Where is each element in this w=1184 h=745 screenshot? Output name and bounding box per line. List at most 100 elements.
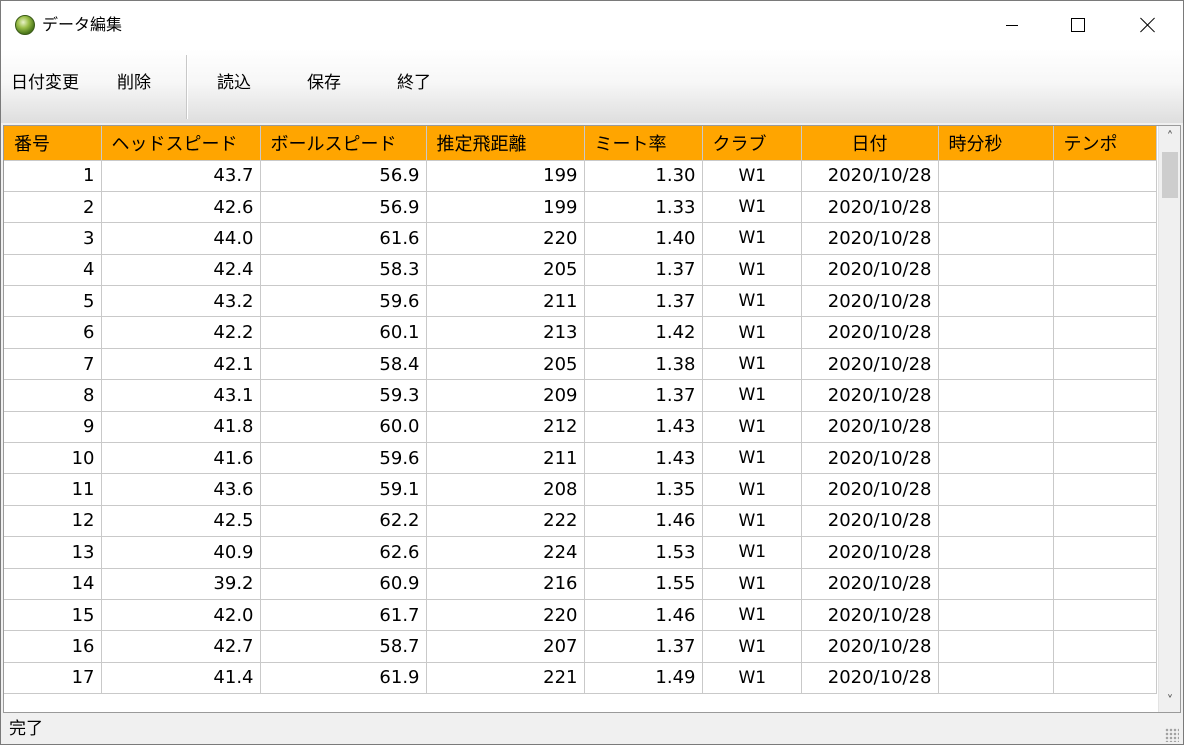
cell-smash-factor[interactable]: 1.30 bbox=[584, 160, 703, 192]
cell-ball-speed[interactable]: 62.6 bbox=[260, 536, 427, 569]
cell-date[interactable]: 2020/10/28 bbox=[801, 254, 939, 287]
cell-head-speed[interactable]: 42.2 bbox=[101, 316, 261, 349]
cell-time[interactable] bbox=[938, 379, 1054, 412]
cell-ball-speed[interactable]: 56.9 bbox=[260, 160, 427, 192]
cell-carry-distance[interactable]: 199 bbox=[426, 160, 585, 192]
cell-club[interactable]: W1 bbox=[702, 160, 802, 192]
table-row[interactable]: 1 43.7 56.9 199 1.30 W1 2020/10/28 bbox=[4, 160, 1157, 192]
cell-head-speed[interactable]: 42.0 bbox=[101, 599, 261, 632]
cell-ball-speed[interactable]: 59.1 bbox=[260, 473, 427, 506]
column-header-date[interactable]: 日付 bbox=[801, 126, 939, 161]
cell-date[interactable]: 2020/10/28 bbox=[801, 662, 939, 695]
cell-tempo[interactable] bbox=[1053, 379, 1157, 412]
cell-date[interactable]: 2020/10/28 bbox=[801, 568, 939, 600]
cell-head-speed[interactable]: 43.1 bbox=[101, 379, 261, 412]
cell-time[interactable] bbox=[938, 285, 1054, 318]
exit-button[interactable]: 終了 bbox=[397, 71, 431, 95]
cell-head-speed[interactable]: 43.7 bbox=[101, 160, 261, 192]
cell-carry-distance[interactable]: 211 bbox=[426, 442, 585, 475]
data-grid[interactable]: 番号 ヘッドスピード ボールスピード 推定飛距離 ミート率 クラブ 日付 時分秒… bbox=[3, 125, 1181, 713]
cell-number[interactable]: 16 bbox=[4, 630, 102, 663]
cell-ball-speed[interactable]: 61.6 bbox=[260, 222, 427, 255]
column-header-head-speed[interactable]: ヘッドスピード bbox=[101, 126, 261, 161]
column-header-club[interactable]: クラブ bbox=[702, 126, 802, 161]
cell-number[interactable]: 14 bbox=[4, 568, 102, 600]
cell-ball-speed[interactable]: 59.6 bbox=[260, 285, 427, 318]
table-row[interactable]: 10 41.6 59.6 211 1.43 W1 2020/10/28 bbox=[4, 442, 1157, 475]
cell-date[interactable]: 2020/10/28 bbox=[801, 160, 939, 192]
cell-club[interactable]: W1 bbox=[702, 191, 802, 224]
cell-club[interactable]: W1 bbox=[702, 630, 802, 663]
cell-carry-distance[interactable]: 220 bbox=[426, 599, 585, 632]
cell-club[interactable]: W1 bbox=[702, 222, 802, 255]
cell-smash-factor[interactable]: 1.37 bbox=[584, 379, 703, 412]
cell-time[interactable] bbox=[938, 630, 1054, 663]
cell-smash-factor[interactable]: 1.46 bbox=[584, 505, 703, 538]
cell-head-speed[interactable]: 39.2 bbox=[101, 568, 261, 600]
cell-club[interactable]: W1 bbox=[702, 254, 802, 287]
cell-date[interactable]: 2020/10/28 bbox=[801, 536, 939, 569]
cell-carry-distance[interactable]: 222 bbox=[426, 505, 585, 538]
column-header-carry-distance[interactable]: 推定飛距離 bbox=[426, 126, 585, 161]
cell-ball-speed[interactable]: 60.9 bbox=[260, 568, 427, 600]
cell-head-speed[interactable]: 41.4 bbox=[101, 662, 261, 695]
cell-number[interactable]: 9 bbox=[4, 411, 102, 444]
cell-date[interactable]: 2020/10/28 bbox=[801, 285, 939, 318]
cell-date[interactable]: 2020/10/28 bbox=[801, 442, 939, 475]
cell-smash-factor[interactable]: 1.49 bbox=[584, 662, 703, 695]
cell-number[interactable]: 2 bbox=[4, 191, 102, 224]
cell-number[interactable]: 6 bbox=[4, 316, 102, 349]
cell-carry-distance[interactable]: 216 bbox=[426, 568, 585, 600]
close-button[interactable] bbox=[1125, 1, 1171, 49]
cell-club[interactable]: W1 bbox=[702, 442, 802, 475]
minimize-button[interactable] bbox=[989, 1, 1035, 49]
cell-tempo[interactable] bbox=[1053, 505, 1157, 538]
resize-grip-icon[interactable] bbox=[1165, 728, 1179, 742]
table-row[interactable]: 3 44.0 61.6 220 1.40 W1 2020/10/28 bbox=[4, 222, 1157, 255]
cell-smash-factor[interactable]: 1.33 bbox=[584, 191, 703, 224]
cell-tempo[interactable] bbox=[1053, 160, 1157, 192]
cell-ball-speed[interactable]: 58.4 bbox=[260, 348, 427, 381]
table-row[interactable]: 12 42.5 62.2 222 1.46 W1 2020/10/28 bbox=[4, 505, 1157, 538]
cell-number[interactable]: 5 bbox=[4, 285, 102, 318]
cell-smash-factor[interactable]: 1.37 bbox=[584, 285, 703, 318]
cell-tempo[interactable] bbox=[1053, 222, 1157, 255]
cell-date[interactable]: 2020/10/28 bbox=[801, 473, 939, 506]
cell-time[interactable] bbox=[938, 316, 1054, 349]
cell-ball-speed[interactable]: 61.7 bbox=[260, 599, 427, 632]
cell-smash-factor[interactable]: 1.35 bbox=[584, 473, 703, 506]
scrollbar-thumb[interactable] bbox=[1162, 152, 1178, 198]
cell-smash-factor[interactable]: 1.38 bbox=[584, 348, 703, 381]
cell-club[interactable]: W1 bbox=[702, 348, 802, 381]
cell-number[interactable]: 13 bbox=[4, 536, 102, 569]
cell-club[interactable]: W1 bbox=[702, 568, 802, 600]
table-row[interactable]: 16 42.7 58.7 207 1.37 W1 2020/10/28 bbox=[4, 630, 1157, 663]
cell-number[interactable]: 12 bbox=[4, 505, 102, 538]
cell-date[interactable]: 2020/10/28 bbox=[801, 222, 939, 255]
cell-time[interactable] bbox=[938, 222, 1054, 255]
cell-smash-factor[interactable]: 1.37 bbox=[584, 254, 703, 287]
cell-time[interactable] bbox=[938, 599, 1054, 632]
cell-head-speed[interactable]: 41.6 bbox=[101, 442, 261, 475]
cell-time[interactable] bbox=[938, 191, 1054, 224]
table-row[interactable]: 17 41.4 61.9 221 1.49 W1 2020/10/28 bbox=[4, 662, 1157, 695]
cell-date[interactable]: 2020/10/28 bbox=[801, 411, 939, 444]
cell-ball-speed[interactable]: 60.1 bbox=[260, 316, 427, 349]
cell-ball-speed[interactable]: 58.7 bbox=[260, 630, 427, 663]
cell-carry-distance[interactable]: 220 bbox=[426, 222, 585, 255]
cell-smash-factor[interactable]: 1.43 bbox=[584, 411, 703, 444]
cell-carry-distance[interactable]: 208 bbox=[426, 473, 585, 506]
cell-time[interactable] bbox=[938, 160, 1054, 192]
cell-carry-distance[interactable]: 199 bbox=[426, 191, 585, 224]
table-row[interactable]: 15 42.0 61.7 220 1.46 W1 2020/10/28 bbox=[4, 599, 1157, 632]
cell-number[interactable]: 8 bbox=[4, 379, 102, 412]
cell-carry-distance[interactable]: 211 bbox=[426, 285, 585, 318]
cell-club[interactable]: W1 bbox=[702, 473, 802, 506]
cell-ball-speed[interactable]: 59.6 bbox=[260, 442, 427, 475]
cell-date[interactable]: 2020/10/28 bbox=[801, 191, 939, 224]
cell-smash-factor[interactable]: 1.42 bbox=[584, 316, 703, 349]
scroll-down-arrow-icon[interactable]: ˅ bbox=[1159, 690, 1180, 712]
cell-smash-factor[interactable]: 1.40 bbox=[584, 222, 703, 255]
cell-head-speed[interactable]: 42.5 bbox=[101, 505, 261, 538]
cell-carry-distance[interactable]: 205 bbox=[426, 254, 585, 287]
